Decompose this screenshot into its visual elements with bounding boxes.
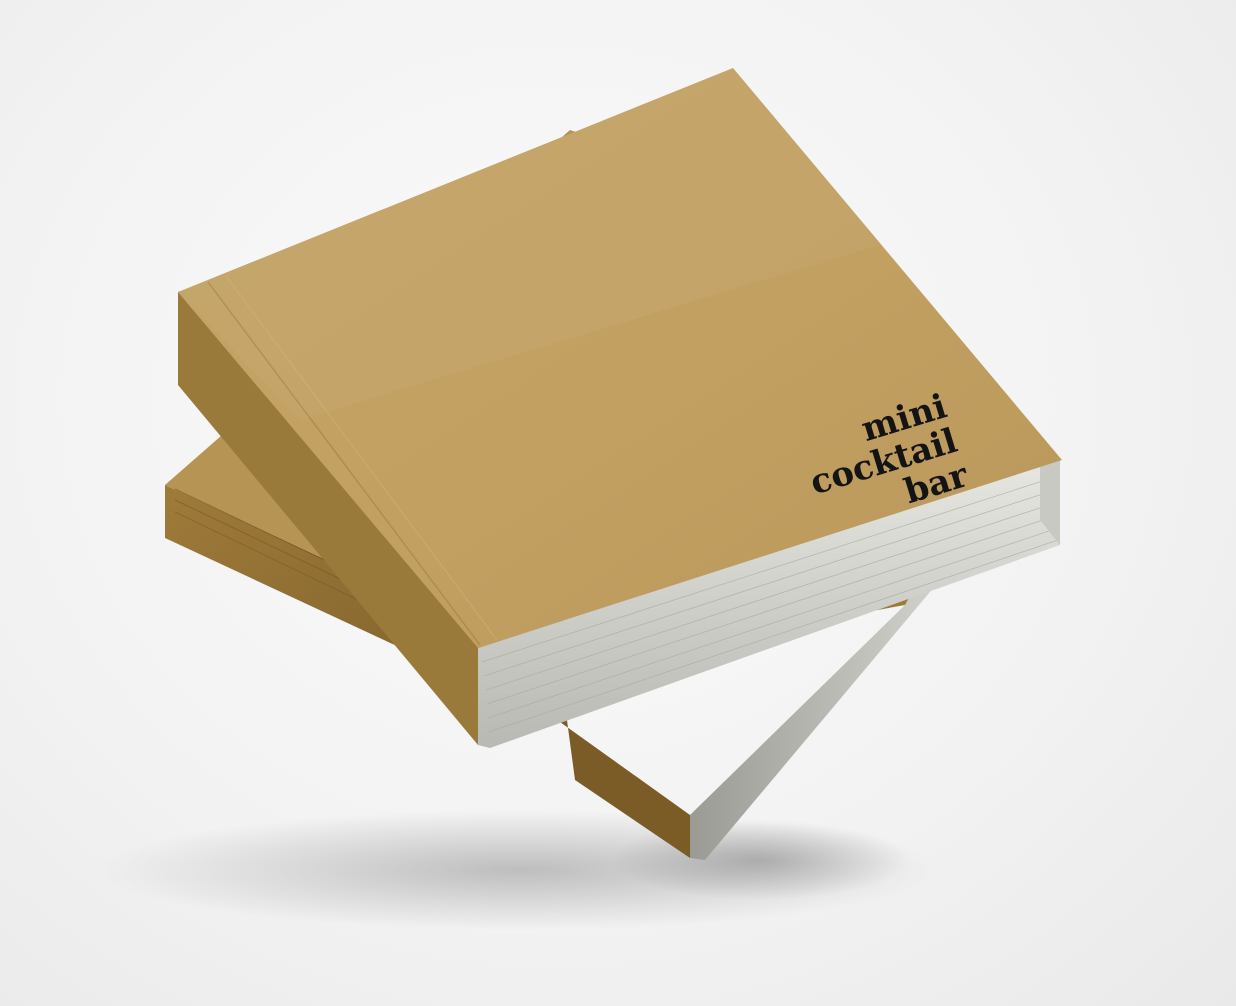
book-stack-illustration: mini cocktail bar: [100, 68, 1062, 930]
book-mockup-scene: mini cocktail bar: [0, 0, 1236, 1006]
